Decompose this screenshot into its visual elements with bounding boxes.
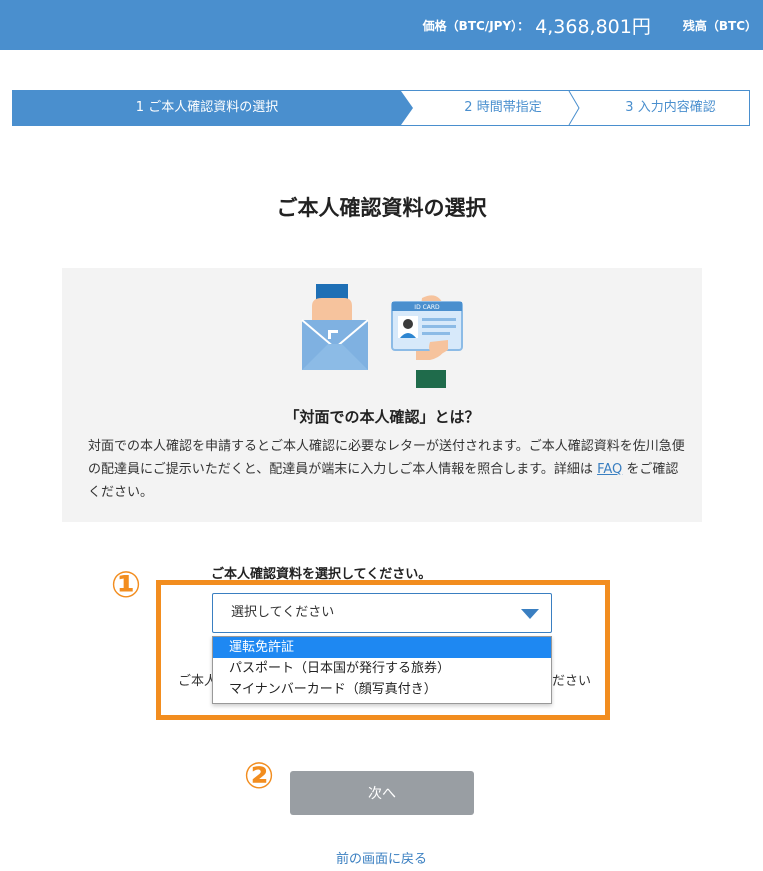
top-bar: 価格（BTC/JPY）： 4,368,801円 残高（BTC）	[0, 0, 763, 50]
step-1: 1 ご本人確認資料の選択	[13, 91, 401, 125]
select-placeholder: 選択してください	[231, 605, 335, 620]
info-heading: 「対面での本人確認」とは？	[284, 408, 480, 426]
back-link[interactable]: 前の画面に戻る	[0, 848, 763, 867]
info-box: ID CARD 「対面での本人確認」とは？ 対面での本人確認を申請するとご本人確…	[62, 268, 702, 522]
price-value: 4,368,801円	[535, 15, 651, 38]
price-label: 価格（BTC/JPY）：	[422, 18, 530, 33]
id-card-label: ID CARD	[414, 304, 440, 311]
balance-label: 残高（BTC）	[682, 18, 757, 33]
price-ticker: 価格（BTC/JPY）： 4,368,801円 残高（BTC）	[423, 0, 757, 50]
faq-link[interactable]: FAQ	[597, 462, 622, 477]
annotation-2: ②	[237, 755, 281, 799]
step-1-arrow	[401, 91, 413, 125]
step-2: 2 時間帯指定	[464, 100, 542, 115]
next-button[interactable]: 次へ	[290, 771, 474, 815]
chevron-down-icon	[521, 609, 539, 619]
info-body-text: 対面での本人確認を申請するとご本人確認に必要なレターが送付されます。ご本人確認資…	[88, 439, 685, 477]
option-drivers-license[interactable]: 運転免許証	[213, 637, 551, 658]
hidden-note-right: ださい	[552, 674, 592, 689]
info-body: 対面での本人確認を申請するとご本人確認に必要なレターが送付されます。ご本人確認資…	[88, 435, 688, 504]
envelope-id-card-illustration: ID CARD	[301, 284, 463, 388]
page-title: ご本人確認資料の選択	[276, 196, 487, 220]
step-3: 3 入力内容確認	[625, 100, 716, 115]
step-indicator: 1 ご本人確認資料の選択 2 時間帯指定 3 入力内容確認	[12, 90, 750, 126]
id-document-select[interactable]: 選択してください	[212, 593, 552, 633]
option-passport[interactable]: パスポート（日本国が発行する旅券）	[213, 658, 551, 679]
option-my-number-card[interactable]: マイナンバーカード（顔写真付き）	[213, 679, 551, 700]
select-label: ご本人確認資料を選択してください。	[211, 567, 432, 582]
annotation-1: ①	[104, 564, 148, 608]
id-document-options[interactable]: 運転免許証 パスポート（日本国が発行する旅券） マイナンバーカード（顔写真付き）	[212, 636, 552, 704]
